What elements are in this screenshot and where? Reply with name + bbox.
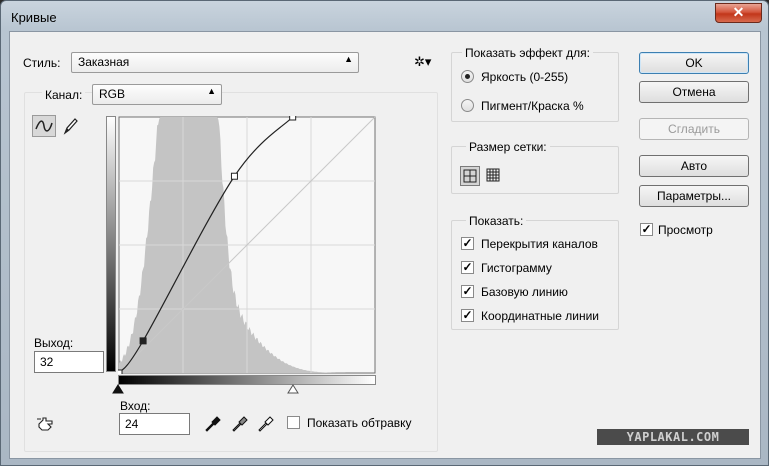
cancel-button[interactable]: Отмена xyxy=(639,81,749,103)
channel-overlays-checkbox[interactable]: ✓ xyxy=(461,237,474,250)
pigment-radio-label: Пигмент/Краска % xyxy=(481,99,584,113)
channel-dropdown[interactable]: RGB ▲ xyxy=(92,84,222,105)
show-clipping-checkbox[interactable] xyxy=(287,416,300,429)
curve-control-point[interactable] xyxy=(139,337,147,345)
dropdown-arrow-icon: ▲ xyxy=(344,54,353,64)
black-point-slider[interactable] xyxy=(112,384,124,394)
auto-button[interactable]: Авто xyxy=(639,155,749,177)
baseline-checkbox[interactable]: ✓ xyxy=(461,285,474,298)
curve-plot[interactable] xyxy=(118,116,376,374)
curve-tool-button[interactable] xyxy=(32,115,56,137)
show-clipping-label: Показать обтравку xyxy=(307,416,412,430)
dialog-body: Стиль: Заказная ▲ ✲▾ Канал: RGB ▲ Выход:… xyxy=(9,31,761,459)
output-label: Выход: xyxy=(34,336,74,350)
channel-overlays-label: Перекрытия каналов xyxy=(481,237,598,251)
output-gradient-bar xyxy=(106,116,116,372)
channel-label: Канал: xyxy=(42,88,86,102)
preset-label: Стиль: xyxy=(23,56,61,70)
output-field[interactable]: 32 xyxy=(34,351,104,373)
light-radio-label: Яркость (0-255) xyxy=(481,70,569,84)
detailed-grid-button[interactable] xyxy=(484,166,504,186)
preset-value: Заказная xyxy=(78,55,130,69)
grid-size-title: Размер сетки: xyxy=(466,140,550,154)
smooth-button[interactable]: Сгладить xyxy=(639,118,749,140)
watermark: YAPLAKAL.COM xyxy=(597,429,749,445)
curve-control-point[interactable] xyxy=(118,369,123,374)
close-button[interactable]: ✕ xyxy=(715,3,762,23)
pencil-tool-button[interactable] xyxy=(61,116,79,136)
intersection-line-label: Координатные линии xyxy=(481,309,599,323)
pigment-radio[interactable] xyxy=(461,99,474,112)
dropdown-arrow-icon: ▲ xyxy=(207,86,216,96)
pencil-icon xyxy=(63,118,78,135)
intersection-line-checkbox[interactable]: ✓ xyxy=(461,309,474,322)
white-point-slider[interactable] xyxy=(287,384,299,394)
channel-value: RGB xyxy=(99,87,126,101)
preview-label: Просмотр xyxy=(658,223,713,237)
options-button[interactable]: Параметры... xyxy=(639,185,749,207)
show-title: Показать: xyxy=(466,214,527,228)
gear-icon[interactable]: ✲▾ xyxy=(414,54,431,70)
input-gradient-bar xyxy=(118,375,376,385)
hand-adjust-icon[interactable] xyxy=(36,415,56,433)
curve-control-point[interactable] xyxy=(230,172,238,180)
light-radio[interactable] xyxy=(461,70,474,83)
curves-dialog: Кривые ✕ Стиль: Заказная ▲ ✲▾ Канал: RGB… xyxy=(0,0,769,466)
grid-10x10-icon xyxy=(486,168,500,182)
ok-button[interactable]: OK xyxy=(639,52,749,74)
curve-icon xyxy=(35,120,53,132)
baseline-label: Базовую линию xyxy=(481,285,568,299)
gray-eyedropper-icon[interactable] xyxy=(231,414,249,434)
histogram-label: Гистограмму xyxy=(481,261,552,275)
preview-checkbox[interactable]: ✓ xyxy=(640,223,653,236)
white-eyedropper-icon[interactable] xyxy=(257,414,275,434)
curve-control-point[interactable] xyxy=(289,116,297,121)
show-amount-title: Показать эффект для: xyxy=(462,46,593,60)
black-eyedropper-icon[interactable] xyxy=(204,414,222,434)
title-bar[interactable]: Кривые ✕ xyxy=(1,1,768,31)
histogram-checkbox[interactable]: ✓ xyxy=(461,261,474,274)
window-title: Кривые xyxy=(11,10,57,25)
preset-dropdown[interactable]: Заказная ▲ xyxy=(71,52,359,73)
grid-4x4-icon xyxy=(463,169,477,183)
input-field[interactable]: 24 xyxy=(119,413,190,435)
input-label: Вход: xyxy=(120,399,151,413)
simple-grid-button[interactable] xyxy=(460,166,480,186)
